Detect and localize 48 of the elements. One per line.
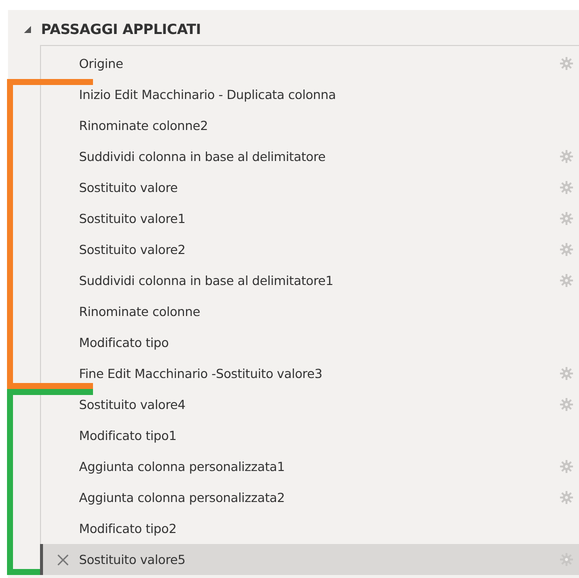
delete-icon[interactable] [57, 554, 69, 566]
step-label: Sostituito valore4 [79, 397, 186, 412]
gear-icon[interactable] [560, 367, 573, 380]
step-row[interactable]: Modificato tipo1 [40, 420, 579, 451]
step-row[interactable]: Modificato tipo2 [40, 513, 579, 544]
step-label: Aggiunta colonna personalizzata1 [79, 459, 285, 474]
step-row[interactable]: Sostituito valore2 [40, 234, 579, 265]
step-label: Sostituito valore5 [79, 552, 186, 567]
step-label: Suddividi colonna in base al delimitatore1 [79, 273, 334, 288]
gear-icon[interactable] [560, 57, 573, 70]
gear-icon[interactable] [560, 212, 573, 225]
gear-icon[interactable] [560, 181, 573, 194]
gear-icon[interactable] [560, 398, 573, 411]
step-label: Modificato tipo [79, 335, 169, 350]
step-label: Suddividi colonna in base al delimitatore [79, 149, 326, 164]
gear-icon[interactable] [560, 491, 573, 504]
step-row[interactable]: Sostituito valore4 [40, 389, 579, 420]
step-row[interactable]: Suddividi colonna in base al delimitatore [40, 141, 579, 172]
step-label: Sostituito valore2 [79, 242, 186, 257]
step-label: Modificato tipo2 [79, 521, 176, 536]
step-label: Rinominate colonne [79, 304, 200, 319]
gear-icon[interactable] [560, 553, 573, 566]
gear-icon[interactable] [560, 274, 573, 287]
step-row[interactable]: Inizio Edit Macchinario - Duplicata colonna [40, 79, 579, 110]
gear-icon[interactable] [560, 243, 573, 256]
step-row[interactable]: Fine Edit Macchinario -Sostituito valore3 [40, 358, 579, 389]
step-row[interactable]: Aggiunta colonna personalizzata1 [40, 451, 579, 482]
step-row[interactable]: Rinominate colonne2 [40, 110, 579, 141]
step-label: Fine Edit Macchinario -Sostituito valore3 [79, 366, 322, 381]
step-row[interactable]: Suddividi colonna in base al delimitatore1 [40, 265, 579, 296]
gear-icon[interactable] [560, 460, 573, 473]
step-label: Aggiunta colonna personalizzata2 [79, 490, 285, 505]
section-title: PASSAGGI APPLICATI [41, 22, 201, 38]
step-row[interactable]: Modificato tipo [40, 327, 579, 358]
step-row[interactable]: Sostituito valore [40, 172, 579, 203]
step-label: Sostituito valore1 [79, 211, 186, 226]
collapse-triangle-icon[interactable] [24, 26, 31, 33]
step-row[interactable]: Origine [40, 48, 579, 79]
step-row[interactable]: Rinominate colonne [40, 296, 579, 327]
step-row[interactable]: Sostituito valore1 [40, 203, 579, 234]
step-label: Rinominate colonne2 [79, 118, 208, 133]
step-label: Sostituito valore [79, 180, 178, 195]
step-label: Inizio Edit Macchinario - Duplicata colonna [79, 87, 336, 102]
step-row[interactable]: Sostituito valore5 [40, 544, 579, 575]
step-label: Origine [79, 56, 124, 71]
step-label: Modificato tipo1 [79, 428, 176, 443]
step-row[interactable]: Aggiunta colonna personalizzata2 [40, 482, 579, 513]
gear-icon[interactable] [560, 150, 573, 163]
